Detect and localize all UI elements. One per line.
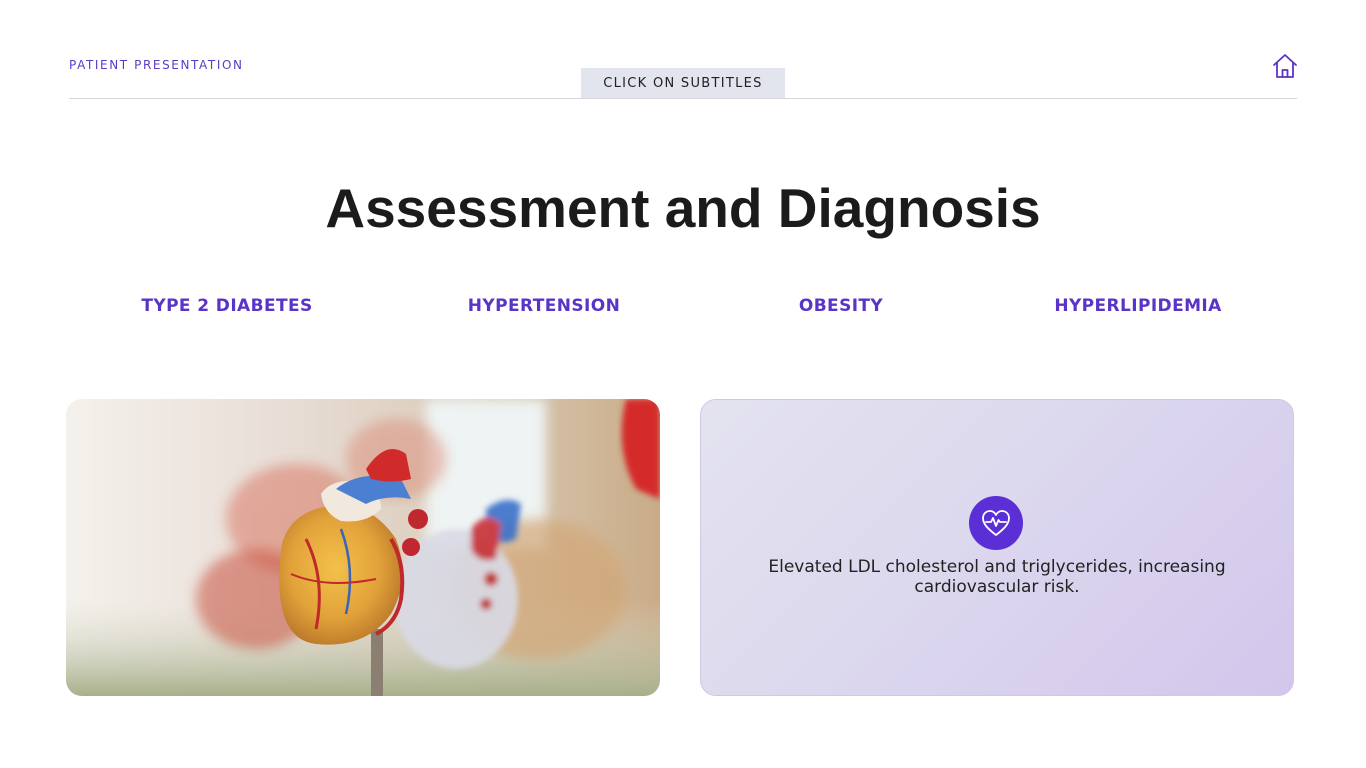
diagnosis-tabs: TYPE 2 DIABETES HYPERTENSION OBESITY HYP…: [0, 296, 1366, 320]
tab-obesity[interactable]: OBESITY: [799, 296, 883, 316]
home-icon[interactable]: [1271, 53, 1299, 79]
heart-model-photo: [66, 399, 660, 696]
tab-type-2-diabetes[interactable]: TYPE 2 DIABETES: [141, 296, 312, 316]
heartbeat-icon: [969, 496, 1023, 550]
subtitles-button[interactable]: CLICK ON SUBTITLES: [581, 68, 785, 99]
info-card: Elevated LDL cholesterol and triglycerid…: [700, 399, 1294, 696]
tab-hyperlipidemia[interactable]: HYPERLIPIDEMIA: [1054, 296, 1221, 316]
info-card-text: Elevated LDL cholesterol and triglycerid…: [768, 557, 1226, 597]
header-divider: [69, 98, 1297, 99]
slide: PATIENT PRESENTATION CLICK ON SUBTITLES …: [0, 0, 1366, 768]
tab-hypertension[interactable]: HYPERTENSION: [468, 296, 620, 316]
page-title: Assessment and Diagnosis: [325, 177, 1041, 239]
section-label: PATIENT PRESENTATION: [69, 58, 244, 72]
